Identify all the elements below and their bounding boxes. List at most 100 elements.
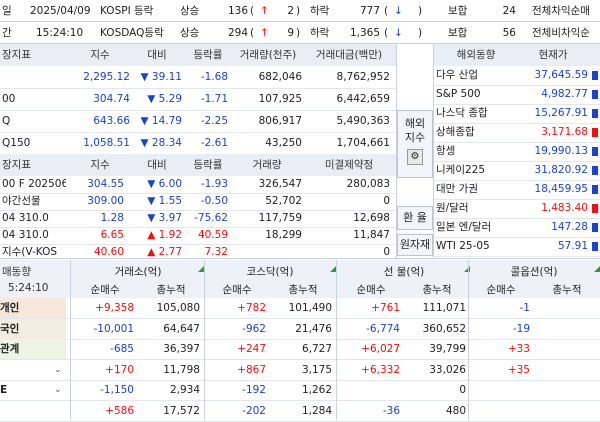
flat-value: 56 — [502, 26, 516, 39]
futures-name: 04 310.0 — [2, 229, 49, 241]
flow-value: +35 — [507, 363, 530, 376]
world-value: 15,267.91 — [534, 106, 588, 119]
world-name: 항셍 — [436, 144, 456, 157]
divider — [204, 260, 205, 420]
index-name — [2, 67, 64, 87]
flow-sub-header: 총누적 — [156, 284, 186, 296]
flow-value: +867 — [237, 363, 266, 376]
flow-sub-header: 순매수 — [90, 284, 120, 296]
index-amount: 1,704,661 — [336, 137, 390, 149]
up-label: 상승 — [180, 4, 200, 17]
futures-volume: 326,547 — [258, 178, 302, 190]
flat-label: 보합 — [448, 4, 468, 17]
world-row: 대만 가권 18,459.95 — [434, 180, 600, 200]
flow-value: 1,284 — [301, 404, 332, 417]
futures-oi: 280,083 — [346, 178, 390, 190]
flow-value: -962 — [242, 322, 266, 335]
flow-group-header: 거래소(억) — [114, 266, 162, 278]
index-row: Q 643.66 ▼ 14.79 -2.25 806,917 5,490,363 — [0, 110, 396, 133]
flow-value — [534, 298, 596, 318]
world-row: 나스닥 종합 15,267.91 — [434, 104, 600, 124]
world-row: WTI 25-05 57.91 — [434, 237, 600, 257]
world-value: 37,645.59 — [534, 68, 588, 81]
flow-value: +170 — [105, 363, 134, 376]
flow-value: -10,001 — [93, 322, 134, 335]
futures-header: 장지표 지수 대비 등락률 거래량 미결제약정 — [0, 154, 396, 176]
col-header: 현재가 — [538, 49, 568, 61]
futures-row: 04 310.0 6.65 ▲ 1.92 40.59 18,299 11,847 — [0, 227, 396, 245]
flow-value: -1 — [519, 302, 530, 314]
investor-name: 관계 — [0, 339, 66, 359]
flow-row: 개인 +9,358 105,080 +782 101,490 +761 111,071 -1 — [0, 298, 600, 319]
col-header: 지수 — [90, 49, 110, 61]
futures-oi: 0 — [383, 195, 390, 207]
index-value: 643.66 — [93, 115, 130, 127]
flow-value — [468, 401, 530, 421]
futures-diff: ▼ 6.00 — [147, 178, 182, 190]
chevron-down-icon[interactable]: ⌄ — [54, 385, 62, 395]
flow-value: +9,358 — [95, 302, 134, 314]
world-value: 4,982.77 — [541, 87, 588, 100]
exchange-rate-button[interactable]: 환 율 — [397, 206, 433, 230]
col-header: 장지표 — [2, 159, 31, 171]
sort-triangle-icon — [594, 266, 600, 272]
change-marker — [592, 223, 598, 232]
flow-group-header: 선 물(억) — [383, 266, 425, 278]
top-label: 일 — [2, 4, 12, 17]
futures-rate: -75.62 — [194, 212, 228, 224]
futures-value: 6.65 — [100, 229, 124, 241]
col-header: 해외동향 — [456, 49, 496, 61]
flow-value: 2,934 — [169, 384, 200, 396]
index-volume: 806,917 — [258, 115, 302, 127]
investor-name — [0, 401, 66, 421]
down-arrow-icon: ↓ — [394, 4, 403, 17]
time-value: 15:24:10 — [36, 26, 84, 39]
flow-value: +586 — [105, 404, 134, 417]
flow-value: +782 — [237, 302, 266, 314]
flow-value: -685 — [110, 343, 134, 355]
futures-oi: 11,847 — [353, 229, 390, 241]
world-name: S&P 500 — [436, 87, 481, 100]
up-value: 294 — [227, 26, 248, 39]
world-name: 일본 엔/달러 — [436, 220, 492, 233]
col-header: 등락률 — [193, 49, 223, 61]
flow-value: -202 — [242, 404, 266, 417]
change-marker — [592, 185, 598, 194]
divider — [468, 260, 469, 420]
flow-value: +761 — [371, 302, 400, 314]
index-value: 2,295.12 — [83, 71, 130, 83]
flow-value: 6,727 — [301, 343, 332, 355]
flow-value: -19 — [512, 322, 530, 335]
change-marker — [592, 242, 598, 251]
index-volume: 43,250 — [265, 137, 302, 149]
change-marker — [592, 109, 598, 118]
col-header: 거래량(천주) — [239, 49, 297, 61]
flow-value: 21,476 — [295, 322, 332, 335]
world-row: 니케이225 31,820.92 — [434, 161, 600, 181]
flow-group-header: 코스닥(억) — [246, 266, 294, 278]
flow-value: 1,262 — [301, 384, 332, 396]
futures-row: 야간선물 309.00 ▼ 1.55 -0.50 52,702 0 — [0, 193, 396, 211]
down-value: 777 — [359, 4, 380, 17]
commodity-button[interactable]: 원자재 — [397, 234, 433, 256]
index-name: 00 — [2, 93, 16, 105]
up-count: 9 — [287, 26, 294, 39]
futures-volume: 117,759 — [258, 212, 302, 224]
futures-value: 1.28 — [100, 212, 124, 224]
futures-value: 304.55 — [87, 178, 124, 190]
flow-sub-header: 순매수 — [356, 284, 386, 296]
flow-value: +6,027 — [361, 343, 400, 355]
futures-name: 00 F 202506 — [2, 178, 66, 190]
chevron-down-icon[interactable]: ⌄ — [54, 365, 62, 375]
up-count: 2 — [287, 4, 294, 17]
gear-icon: ⚙ — [407, 149, 423, 165]
change-marker — [592, 71, 598, 80]
up-arrow-icon: ↑ — [260, 26, 269, 39]
overseas-index-button[interactable]: 해외 지수 ⚙ — [397, 110, 433, 178]
flow-value: 11,798 — [163, 363, 200, 376]
futures-diff: ▼ 1.55 — [147, 195, 182, 207]
down-label: 하락 — [310, 26, 330, 39]
futures-row: 00 F 202506 304.55 ▼ 6.00 -1.93 326,547 280,0… — [0, 176, 396, 194]
flow-sub-header: 순매수 — [222, 284, 252, 296]
futures-oi: 12,698 — [353, 212, 390, 224]
